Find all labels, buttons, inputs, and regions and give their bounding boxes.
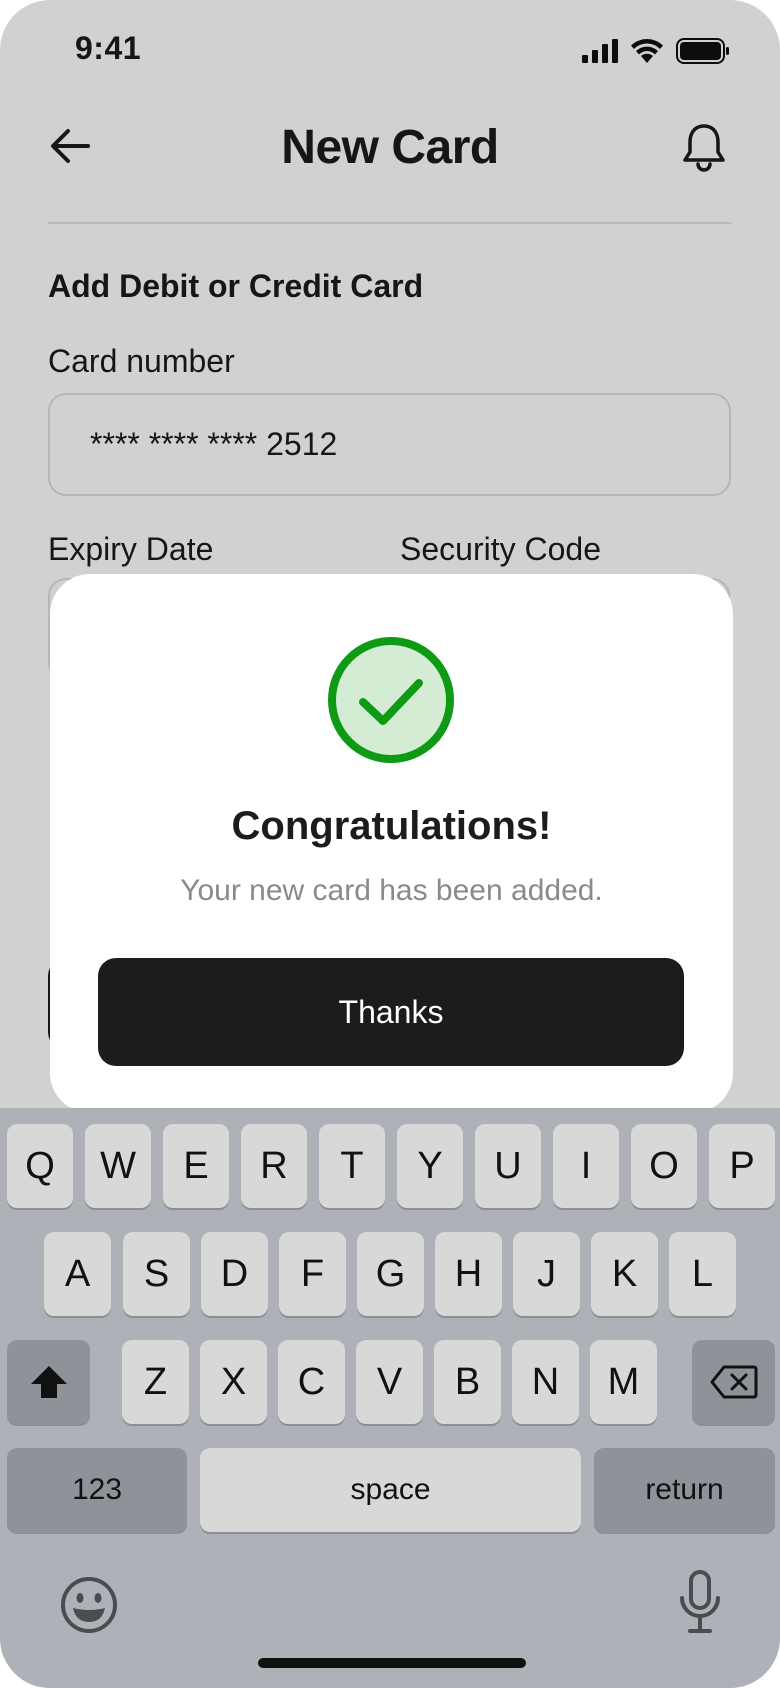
key-x[interactable]: X xyxy=(200,1340,267,1424)
key-l[interactable]: L xyxy=(669,1232,736,1316)
backspace-icon xyxy=(710,1365,757,1399)
key-c[interactable]: C xyxy=(278,1340,345,1424)
key-b[interactable]: B xyxy=(434,1340,501,1424)
shift-key[interactable] xyxy=(7,1340,90,1424)
key-a[interactable]: A xyxy=(44,1232,111,1316)
key-r[interactable]: R xyxy=(241,1124,307,1208)
key-s[interactable]: S xyxy=(123,1232,190,1316)
phone-screen: 9:41 New Card Add Debit or Credit Card C… xyxy=(0,0,780,1688)
checkmark-circle-icon xyxy=(328,637,454,763)
key-d[interactable]: D xyxy=(201,1232,268,1316)
microphone-button[interactable] xyxy=(678,1570,722,1639)
key-q[interactable]: Q xyxy=(7,1124,73,1208)
key-f[interactable]: F xyxy=(279,1232,346,1316)
key-t[interactable]: T xyxy=(319,1124,385,1208)
home-indicator[interactable] xyxy=(258,1658,526,1668)
key-i[interactable]: I xyxy=(553,1124,619,1208)
return-key[interactable]: return xyxy=(594,1448,775,1532)
backspace-key[interactable] xyxy=(692,1340,775,1424)
key-v[interactable]: V xyxy=(356,1340,423,1424)
key-j[interactable]: J xyxy=(513,1232,580,1316)
key-g[interactable]: G xyxy=(357,1232,424,1316)
key-e[interactable]: E xyxy=(163,1124,229,1208)
key-h[interactable]: H xyxy=(435,1232,502,1316)
key-n[interactable]: N xyxy=(512,1340,579,1424)
modal-title: Congratulations! xyxy=(231,804,552,848)
key-m[interactable]: M xyxy=(590,1340,657,1424)
thanks-button[interactable]: Thanks xyxy=(98,958,684,1066)
key-z[interactable]: Z xyxy=(122,1340,189,1424)
key-w[interactable]: W xyxy=(85,1124,151,1208)
key-k[interactable]: K xyxy=(591,1232,658,1316)
modal-subtitle: Your new card has been added. xyxy=(180,874,603,907)
numbers-key[interactable]: 123 xyxy=(7,1448,187,1532)
microphone-icon xyxy=(680,1570,720,1633)
success-modal: Congratulations! Your new card has been … xyxy=(50,574,733,1113)
key-u[interactable]: U xyxy=(475,1124,541,1208)
emoji-button[interactable] xyxy=(60,1576,118,1639)
space-key[interactable]: space xyxy=(200,1448,581,1532)
key-p[interactable]: P xyxy=(709,1124,775,1208)
shift-arrow-icon xyxy=(30,1366,67,1398)
emoji-icon xyxy=(61,1577,117,1633)
key-y[interactable]: Y xyxy=(397,1124,463,1208)
keyboard: Q W E R T Y U I O P A S D F G H J K L Z … xyxy=(0,1108,780,1688)
key-o[interactable]: O xyxy=(631,1124,697,1208)
